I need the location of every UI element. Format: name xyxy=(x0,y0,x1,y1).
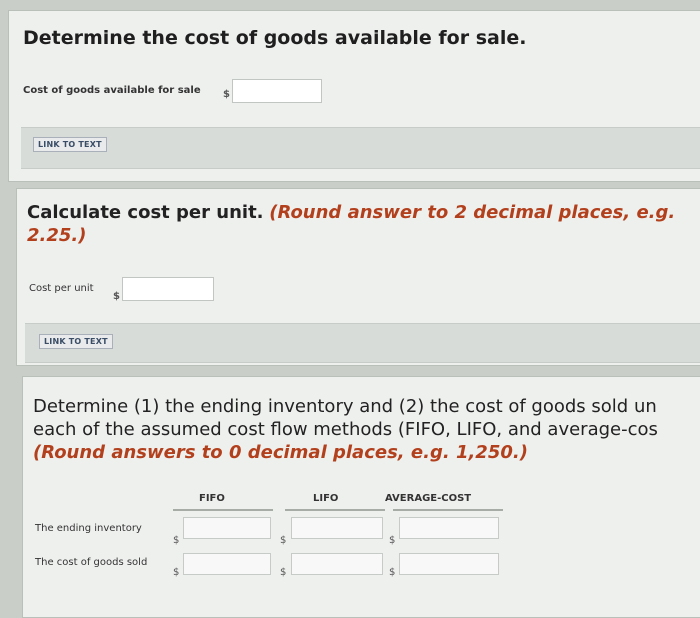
link-bar: LINK TO TEXT xyxy=(25,323,700,363)
dollar-sign: $ xyxy=(113,291,120,302)
cost-per-unit-input[interactable] xyxy=(122,277,214,301)
dollar-sign: $ xyxy=(173,535,180,546)
cogs-lifo-input[interactable] xyxy=(291,553,383,575)
link-bar: LINK TO TEXT xyxy=(21,127,700,169)
link-to-text-button[interactable]: LINK TO TEXT xyxy=(39,334,113,349)
cogs-fifo-input[interactable] xyxy=(183,553,271,575)
header-underline xyxy=(285,509,385,511)
question-line-2: each of the assumed cost flow methods (F… xyxy=(33,419,658,440)
question-text-plain: Calculate cost per unit. xyxy=(27,202,264,223)
dollar-sign: $ xyxy=(280,535,287,546)
dollar-sign: $ xyxy=(389,567,396,578)
ending-inventory-fifo-input[interactable] xyxy=(183,517,271,539)
column-header-average-cost: AVERAGE-COST xyxy=(385,493,472,504)
row-label-cost-of-goods-sold: The cost of goods sold xyxy=(35,557,148,568)
question-line-1: Determine (1) the ending inventory and (… xyxy=(33,396,657,417)
cost-available-input[interactable] xyxy=(232,79,322,103)
question-text: Calculate cost per unit. (Round answer t… xyxy=(27,201,700,247)
dollar-sign: $ xyxy=(173,567,180,578)
header-underline xyxy=(173,509,273,511)
rounding-instruction: (Round answers to 0 decimal places, e.g.… xyxy=(33,442,528,463)
cogs-average-input[interactable] xyxy=(399,553,499,575)
row-label-ending-inventory: The ending inventory xyxy=(35,523,142,534)
dollar-sign: $ xyxy=(280,567,287,578)
dollar-sign: $ xyxy=(223,89,230,100)
question-title: Determine the cost of goods available fo… xyxy=(23,27,527,49)
cost-per-unit-label: Cost per unit xyxy=(29,283,94,294)
link-to-text-button[interactable]: LINK TO TEXT xyxy=(33,137,107,152)
column-header-lifo: LIFO xyxy=(313,493,339,504)
dollar-sign: $ xyxy=(389,535,396,546)
ending-inventory-lifo-input[interactable] xyxy=(291,517,383,539)
question-text: Determine (1) the ending inventory and (… xyxy=(33,395,700,464)
column-header-fifo: FIFO xyxy=(199,493,225,504)
header-underline xyxy=(393,509,503,511)
question-panel-cost-available: Determine the cost of goods available fo… xyxy=(8,10,700,182)
ending-inventory-average-input[interactable] xyxy=(399,517,499,539)
cost-available-label: Cost of goods available for sale xyxy=(23,85,201,96)
question-panel-cost-per-unit: Calculate cost per unit. (Round answer t… xyxy=(16,188,700,366)
question-panel-inventory-methods: Determine (1) the ending inventory and (… xyxy=(22,376,700,618)
